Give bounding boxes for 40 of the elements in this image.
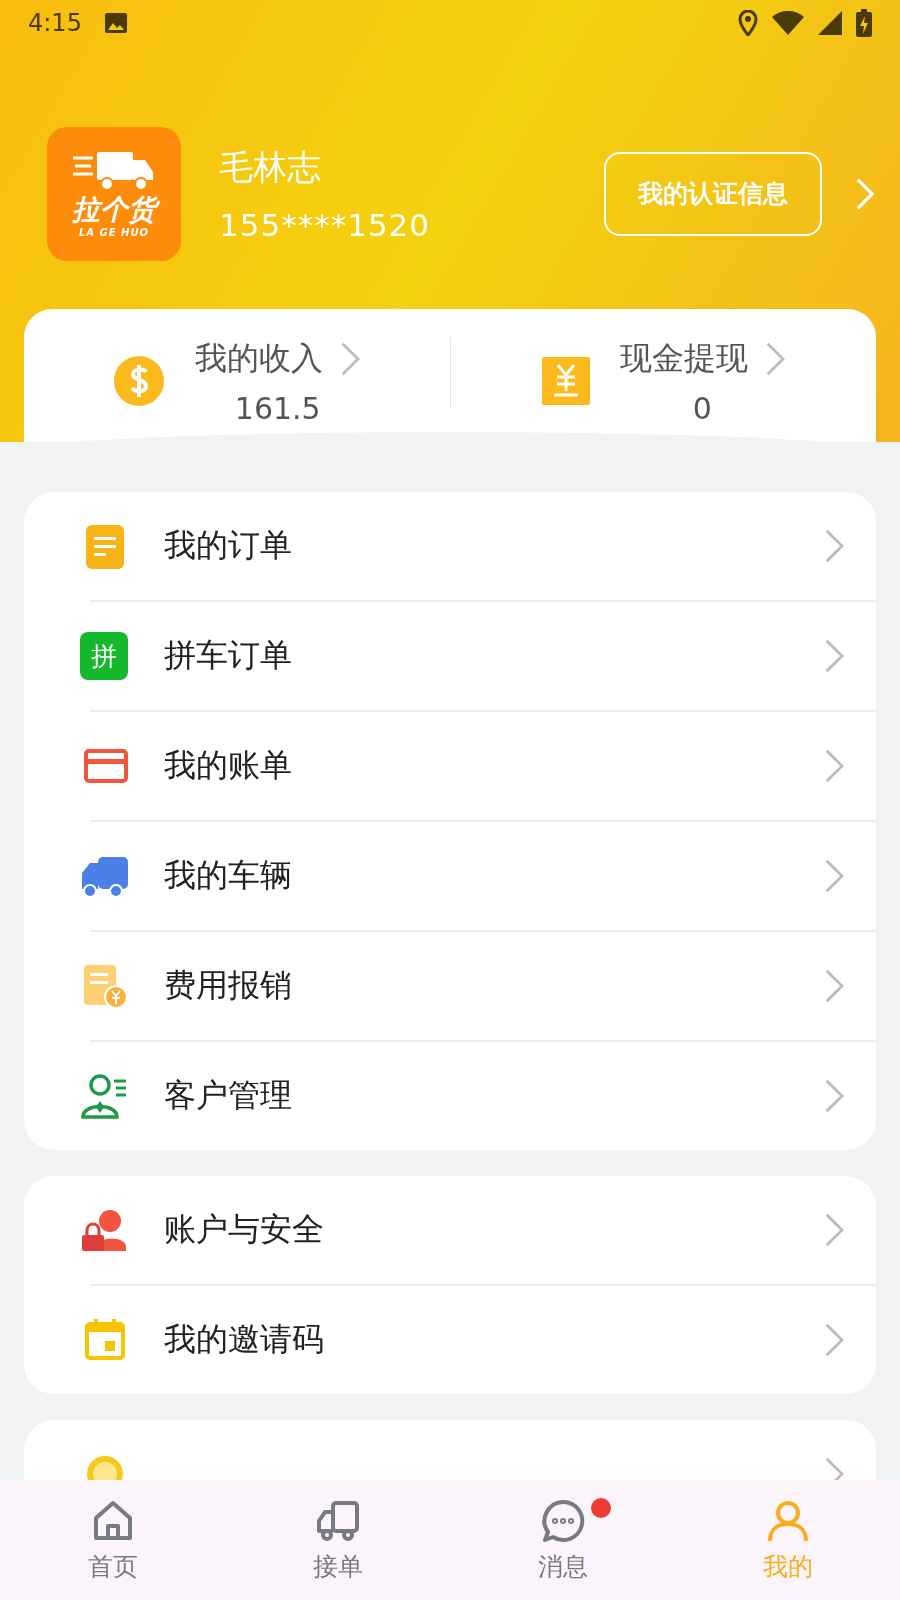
chevron-right-icon: [825, 749, 844, 783]
chevron-right-icon: [341, 341, 361, 376]
signal-icon: [818, 11, 842, 36]
status-time: 4:15: [28, 9, 82, 38]
chevron-right-icon: [765, 341, 785, 376]
menu-item[interactable]: 我的账单: [24, 712, 876, 820]
nav-tab[interactable]: 接单: [225, 1480, 450, 1600]
chevron-right-icon: [825, 639, 844, 673]
chevron-right-icon: [825, 859, 844, 893]
logo-text: 拉个货: [68, 191, 160, 227]
chevron-right-icon: [825, 1213, 844, 1247]
user-phone: 155****1520: [219, 206, 431, 243]
summary-value: 0: [692, 390, 712, 426]
user-name: 毛林志: [219, 145, 322, 189]
summary-value: 161.5: [234, 390, 321, 426]
summary-label[interactable]: 我的收入: [195, 336, 324, 381]
menu-item[interactable]: 费用报销: [24, 932, 876, 1040]
location-icon: [738, 10, 758, 37]
dollar-coin-icon: [113, 355, 166, 408]
chevron-right-icon: [825, 529, 844, 563]
nav-tab[interactable]: 消息: [450, 1480, 675, 1600]
yuan-icon: [541, 357, 590, 406]
menu-item[interactable]: 客户管理: [24, 1042, 876, 1150]
chevron-right-icon: [825, 969, 844, 1003]
summary-label[interactable]: 现金提现: [619, 336, 748, 381]
nav-tab[interactable]: 首页: [0, 1480, 225, 1600]
menu-item[interactable]: 我的订单: [24, 492, 876, 600]
menu-item[interactable]: 拼 拼车订单: [24, 602, 876, 710]
image-icon: [103, 11, 128, 36]
chevron-right-icon: [825, 1079, 844, 1113]
chat-icon: [539, 1497, 586, 1544]
battery-icon: [856, 9, 872, 38]
chevron-right-icon[interactable]: [856, 177, 874, 210]
chevron-right-icon: [825, 1323, 844, 1357]
menu-item[interactable]: 我的邀请码: [24, 1286, 876, 1394]
carpool-icon: 拼: [80, 632, 128, 680]
menu-item[interactable]: 我的车辆: [24, 822, 876, 930]
menu-item[interactable]: 账户与安全: [24, 1176, 876, 1284]
logo-subtext: LA GE HUO: [78, 226, 150, 238]
wifi-icon: [772, 11, 804, 36]
